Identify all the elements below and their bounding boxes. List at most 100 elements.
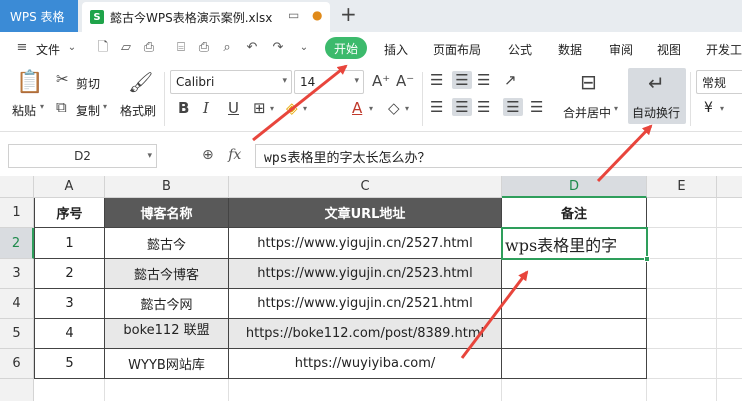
cell-f3[interactable]: [717, 259, 742, 289]
orientation-icon[interactable]: ↗: [504, 71, 517, 89]
print-icon[interactable]: ⎙: [196, 40, 212, 56]
column-header-d[interactable]: D: [502, 176, 647, 198]
cell-e2[interactable]: [647, 228, 717, 259]
cell-f5[interactable]: [717, 319, 742, 349]
wrap-text-button[interactable]: ↵ 自动换行: [628, 68, 686, 124]
align-bottom-icon[interactable]: ☰: [477, 71, 490, 89]
format-painter-button[interactable]: 格式刷: [120, 102, 156, 119]
cell-e7[interactable]: [647, 379, 717, 401]
column-header-b[interactable]: B: [105, 176, 229, 198]
currency-icon[interactable]: ¥: [704, 100, 713, 116]
table-cell-index[interactable]: 5: [34, 349, 105, 379]
copy-chevron-icon[interactable]: ▾: [103, 102, 107, 111]
paste-button[interactable]: 粘贴: [12, 102, 36, 119]
font-color-chevron-icon[interactable]: ▾: [369, 104, 373, 113]
cell-f6[interactable]: [717, 349, 742, 379]
table-cell-blog-name[interactable]: 懿古今网: [105, 289, 229, 319]
row-header-5[interactable]: 5: [0, 319, 34, 349]
row-header-7[interactable]: [0, 379, 34, 401]
name-box[interactable]: D2 ▾: [8, 144, 157, 168]
table-cell-note[interactable]: [502, 349, 647, 379]
format-painter-icon[interactable]: 🖌: [128, 70, 153, 94]
more-chevron-icon[interactable]: ⌄: [296, 40, 312, 56]
menu-tab-insert[interactable]: 插入: [384, 41, 408, 58]
header-cell-blog-name[interactable]: 博客名称: [105, 198, 229, 228]
eraser-icon[interactable]: ◇: [388, 99, 400, 117]
select-all-corner[interactable]: [0, 176, 34, 198]
bold-icon[interactable]: B: [178, 99, 189, 117]
open-folder-icon[interactable]: ▱: [118, 40, 134, 56]
cell-f2[interactable]: [717, 228, 742, 259]
copy-button[interactable]: 复制: [76, 102, 100, 119]
align-top-icon[interactable]: ☰: [430, 71, 443, 89]
merge-chevron-icon[interactable]: ▾: [614, 104, 618, 113]
redo-icon[interactable]: ↷: [270, 40, 286, 56]
table-cell-blog-name[interactable]: 懿古今: [105, 228, 229, 259]
table-cell-url[interactable]: https://wuyiyiba.com/: [229, 349, 502, 379]
chevron-down-icon[interactable]: ⌄: [64, 40, 80, 56]
undo-icon[interactable]: ↶: [244, 40, 260, 56]
cell-b7[interactable]: [105, 379, 229, 401]
font-shrink-icon[interactable]: A⁻: [396, 72, 414, 90]
cell-e6[interactable]: [647, 349, 717, 379]
cell-e4[interactable]: [647, 289, 717, 319]
number-format-select[interactable]: 常规: [696, 70, 742, 94]
table-cell-blog-name[interactable]: 懿古今博客: [105, 259, 229, 289]
row-header-4[interactable]: 4: [0, 289, 34, 319]
row-header-2[interactable]: 2: [0, 228, 34, 259]
align-middle-icon[interactable]: ☰: [452, 71, 472, 89]
fill-handle[interactable]: [644, 256, 650, 262]
font-name-select[interactable]: Calibri ▾: [170, 70, 292, 94]
column-header-c[interactable]: C: [229, 176, 502, 198]
border-icon[interactable]: ⊞: [253, 99, 266, 117]
table-cell-blog-name[interactable]: WYYB网站库: [105, 349, 229, 379]
menu-file[interactable]: 文件: [36, 41, 60, 58]
row-header-1[interactable]: 1: [0, 198, 34, 228]
menu-tab-page-layout[interactable]: 页面布局: [433, 41, 481, 58]
save-icon[interactable]: ⎙: [141, 40, 157, 56]
merge-center-button[interactable]: 合并居中: [563, 104, 611, 121]
menu-tab-view[interactable]: 视图: [657, 41, 681, 58]
row-header-3[interactable]: 3: [0, 259, 34, 289]
fill-color-icon[interactable]: ◈: [286, 99, 298, 117]
table-cell-index[interactable]: 4: [34, 319, 105, 349]
cell-f4[interactable]: [717, 289, 742, 319]
cut-button[interactable]: 剪切: [76, 75, 100, 92]
border-chevron-icon[interactable]: ▾: [270, 104, 274, 113]
column-header-f[interactable]: [717, 176, 742, 198]
font-grow-icon[interactable]: A⁺: [372, 72, 390, 90]
new-doc-icon[interactable]: 🗋: [95, 40, 111, 56]
italic-icon[interactable]: I: [203, 99, 209, 117]
paste-chevron-icon[interactable]: ▾: [40, 102, 44, 111]
underline-icon[interactable]: U: [228, 99, 239, 117]
menu-tab-start[interactable]: 开始: [325, 37, 367, 59]
menu-tab-formulas[interactable]: 公式: [508, 41, 532, 58]
unsaved-dot-icon[interactable]: ●: [312, 8, 322, 22]
print-preview-icon[interactable]: ⌕: [219, 40, 235, 56]
cell-e3[interactable]: [647, 259, 717, 289]
menu-tab-review[interactable]: 审阅: [609, 41, 633, 58]
formula-input[interactable]: wps表格里的字太长怎么办？: [255, 144, 742, 168]
align-right-icon[interactable]: ☰: [477, 98, 490, 116]
header-cell-note[interactable]: 备注: [502, 198, 647, 228]
merge-cells-icon[interactable]: ⊟: [580, 70, 597, 94]
align-center-icon[interactable]: ☰: [452, 98, 472, 116]
justify-icon[interactable]: ☰: [503, 98, 523, 116]
fx-icon[interactable]: fx: [228, 147, 241, 163]
cell-f1[interactable]: [717, 198, 742, 228]
table-cell-blog-name[interactable]: boke112 联盟: [105, 319, 229, 349]
scissors-icon[interactable]: ✂: [56, 70, 69, 88]
font-color-icon[interactable]: A: [352, 99, 362, 117]
table-cell-url[interactable]: https://boke112.com/post/8389.html: [229, 319, 502, 349]
table-cell-note[interactable]: [502, 319, 647, 349]
app-tab[interactable]: WPS 表格: [0, 0, 78, 32]
fill-chevron-icon[interactable]: ▾: [303, 104, 307, 113]
copy-icon[interactable]: ⧉: [56, 98, 67, 116]
align-left-icon[interactable]: ☰: [430, 98, 443, 116]
column-header-a[interactable]: A: [34, 176, 105, 198]
table-cell-index[interactable]: 1: [34, 228, 105, 259]
zoom-search-icon[interactable]: ⊕: [202, 147, 214, 163]
table-cell-index[interactable]: 2: [34, 259, 105, 289]
table-cell-note[interactable]: [502, 259, 647, 289]
cell-c7[interactable]: [229, 379, 502, 401]
